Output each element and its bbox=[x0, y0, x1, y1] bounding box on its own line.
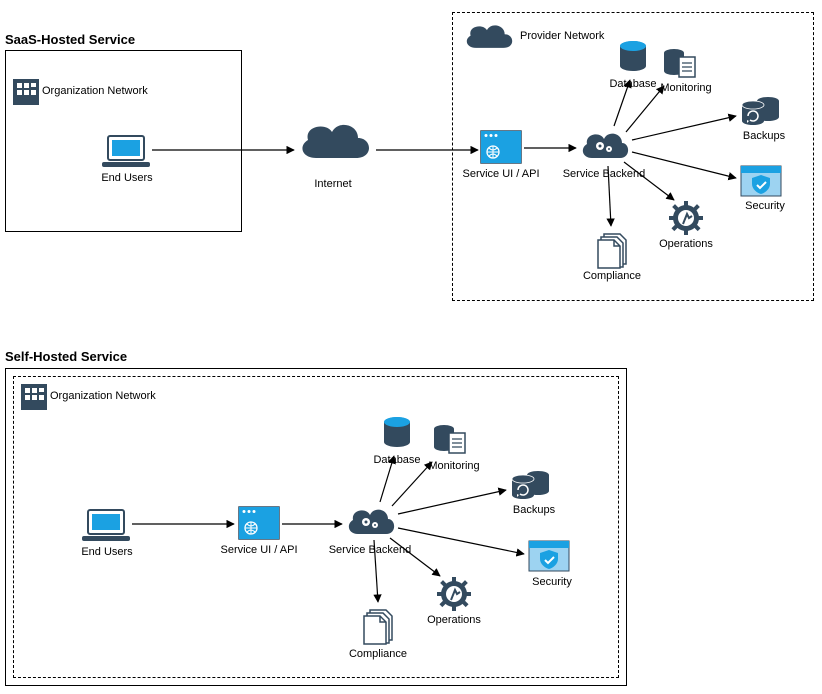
self-arrows bbox=[0, 0, 822, 694]
